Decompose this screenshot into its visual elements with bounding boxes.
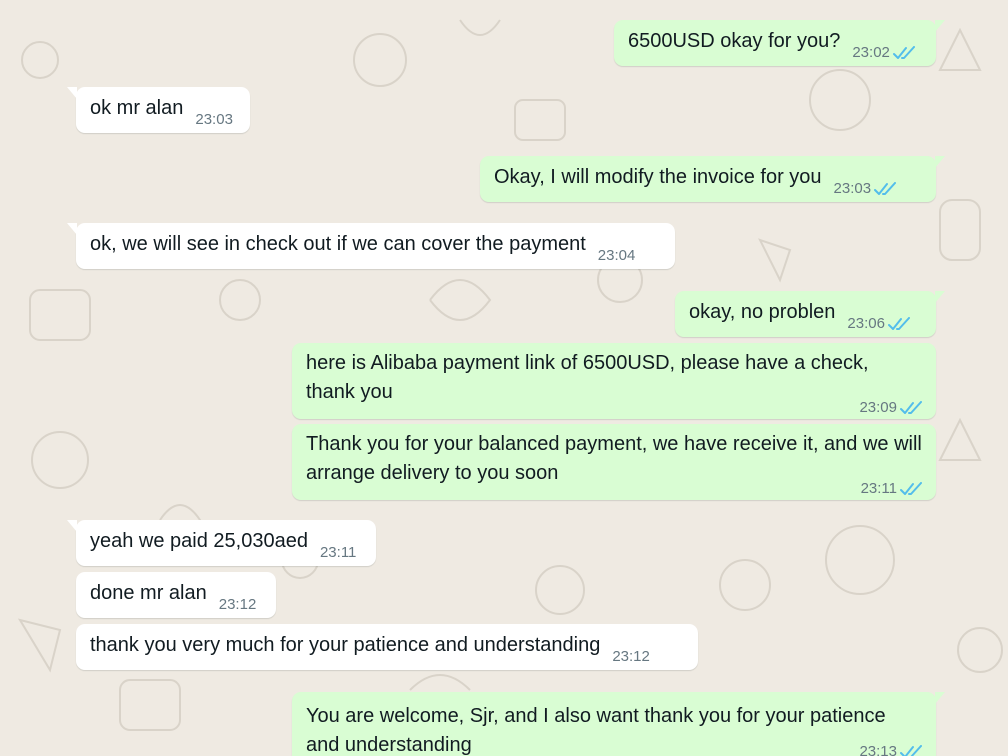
message-text: here is Alibaba payment link of 6500USD,…	[306, 352, 869, 403]
message-time: 23:11	[860, 480, 897, 497]
message-text: ok mr alan	[90, 96, 184, 119]
message-time: 23:03	[833, 179, 872, 197]
message-meta: 23:12	[219, 597, 257, 612]
message-text: yeah we paid 25,030aed	[90, 529, 308, 552]
message-meta: 23:03	[195, 112, 233, 127]
outgoing-message[interactable]: 6500USD okay for you? 23:02	[614, 20, 945, 66]
message-meta: 23:09	[859, 400, 924, 415]
double-check-icon	[900, 401, 922, 414]
incoming-message[interactable]: thank you very much for your patience an…	[76, 624, 698, 670]
message-time: 23:12	[218, 595, 257, 613]
double-check-icon	[874, 181, 897, 195]
outgoing-message[interactable]: okay, no problen 23:06	[675, 291, 945, 337]
message-text: done mr alan	[90, 581, 207, 604]
message-meta: 23:02	[852, 45, 917, 60]
double-check-icon	[887, 316, 910, 330]
message-text: 6500USD okay for you?	[628, 29, 841, 52]
incoming-message[interactable]: ok mr alan 23:03	[67, 87, 250, 133]
double-check-icon	[900, 745, 922, 756]
message-meta: 23:12	[612, 649, 650, 664]
message-meta: 23:11	[861, 481, 924, 496]
message-text: You are welcome, Sjr, and I also want th…	[306, 705, 886, 756]
incoming-message[interactable]: ok, we will see in check out if we can c…	[67, 223, 675, 269]
message-meta: 23:13	[859, 744, 924, 756]
double-check-icon	[900, 482, 922, 495]
message-text: thank you very much for your patience an…	[90, 633, 601, 656]
message-time: 23:06	[847, 314, 885, 332]
message-time: 23:04	[597, 246, 636, 264]
message-time: 23:12	[612, 647, 650, 665]
outgoing-message[interactable]: Thank you for your balanced payment, we …	[292, 424, 936, 500]
outgoing-message[interactable]: here is Alibaba payment link of 6500USD,…	[292, 343, 936, 419]
message-time: 23:03	[195, 110, 233, 128]
message-text: okay, no problen	[689, 300, 836, 323]
message-text: Thank you for your balanced payment, we …	[306, 433, 922, 484]
double-check-icon	[892, 45, 915, 59]
message-time: 23:02	[852, 43, 890, 61]
chat-message-list[interactable]: 6500USD okay for you? 23:02 ok mr alan 2…	[0, 0, 1008, 756]
outgoing-message[interactable]: Okay, I will modify the invoice for you …	[480, 156, 945, 202]
message-time: 23:13	[859, 743, 897, 756]
message-meta: 23:11	[320, 545, 356, 560]
incoming-message[interactable]: yeah we paid 25,030aed 23:11	[67, 520, 376, 566]
outgoing-message[interactable]: You are welcome, Sjr, and I also want th…	[292, 692, 945, 756]
message-time: 23:11	[319, 543, 357, 561]
message-meta: 23:06	[847, 316, 912, 331]
incoming-message[interactable]: done mr alan 23:12	[76, 572, 276, 618]
message-time: 23:09	[859, 399, 897, 416]
message-text: Okay, I will modify the invoice for you	[494, 165, 822, 188]
message-meta: 23:04	[598, 248, 636, 263]
message-meta: 23:03	[834, 181, 899, 196]
message-text: ok, we will see in check out if we can c…	[90, 232, 586, 255]
